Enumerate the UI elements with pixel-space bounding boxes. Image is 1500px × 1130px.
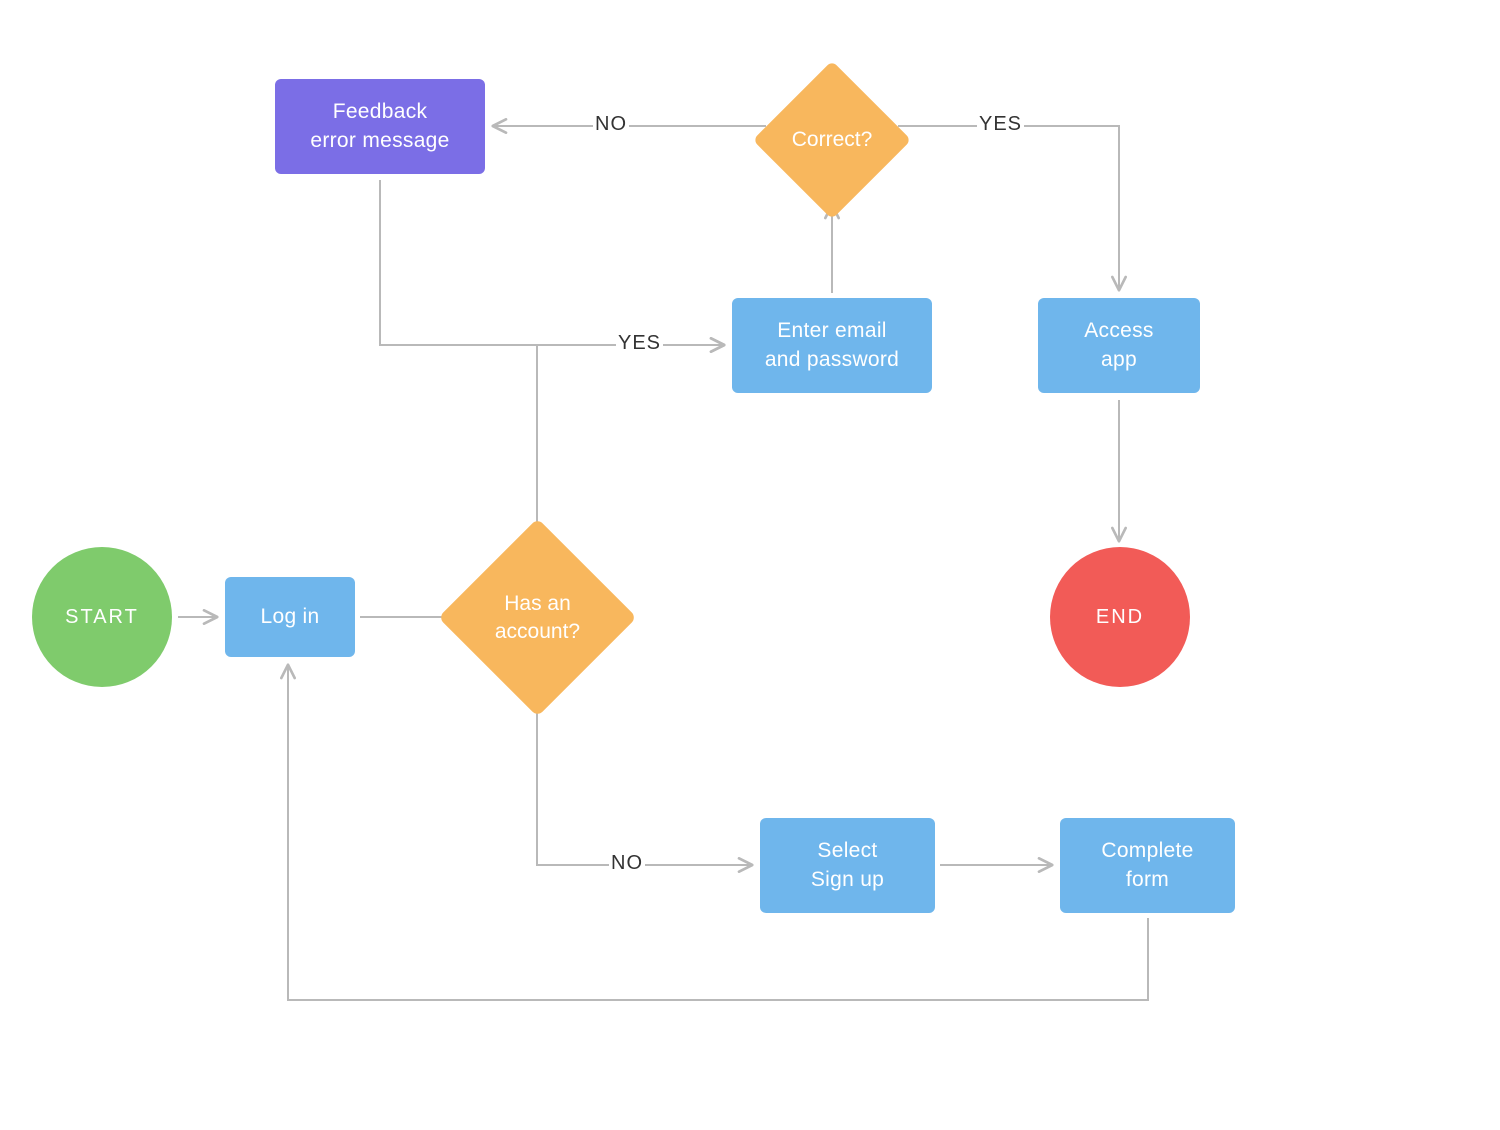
node-correct: Correct? [747,55,917,225]
text-line: Complete [1101,837,1193,865]
node-start-label: START [65,604,139,631]
text-line: Sign up [811,866,884,894]
edge-hasacct-no [537,693,751,865]
text-line: Enter email [777,317,887,345]
flowchart-canvas: YES NO NO YES START Log in Has an accoun… [0,0,1500,1130]
node-end-label: END [1096,604,1144,631]
node-enter-credentials: Enter email and password [732,298,932,393]
node-login-label: Log in [260,603,319,631]
node-feedback-error: Feedback error message [275,79,485,174]
edge-hasacct-yes [537,345,723,543]
text-line: Access [1084,317,1154,345]
edge-feedback-enter [380,180,723,345]
text-line: form [1126,866,1169,894]
text-line: Correct? [792,126,873,153]
text-line: error message [310,127,449,155]
node-login: Log in [225,577,355,657]
text-line: Has an [504,590,571,617]
edge-label-hasacct-yes: YES [616,332,663,355]
node-correct-label: Correct? [747,55,917,225]
edge-label-correct-no: NO [593,113,629,136]
node-has-account-label: Has an account? [440,520,635,715]
text-line: and password [765,346,899,374]
edge-label-correct-yes: YES [977,113,1024,136]
node-start: START [32,547,172,687]
node-select-signup: Select Sign up [760,818,935,913]
edge-correct-yes [898,126,1119,289]
edge-label-hasacct-no: NO [609,852,645,875]
node-has-account: Has an account? [440,520,635,715]
text-line: app [1101,346,1137,374]
edge-form-login [288,666,1148,1000]
text-line: Select [817,837,877,865]
node-complete-form: Complete form [1060,818,1235,913]
node-end: END [1050,547,1190,687]
node-access-app: Access app [1038,298,1200,393]
text-line: account? [495,618,580,645]
text-line: Feedback [333,98,428,126]
